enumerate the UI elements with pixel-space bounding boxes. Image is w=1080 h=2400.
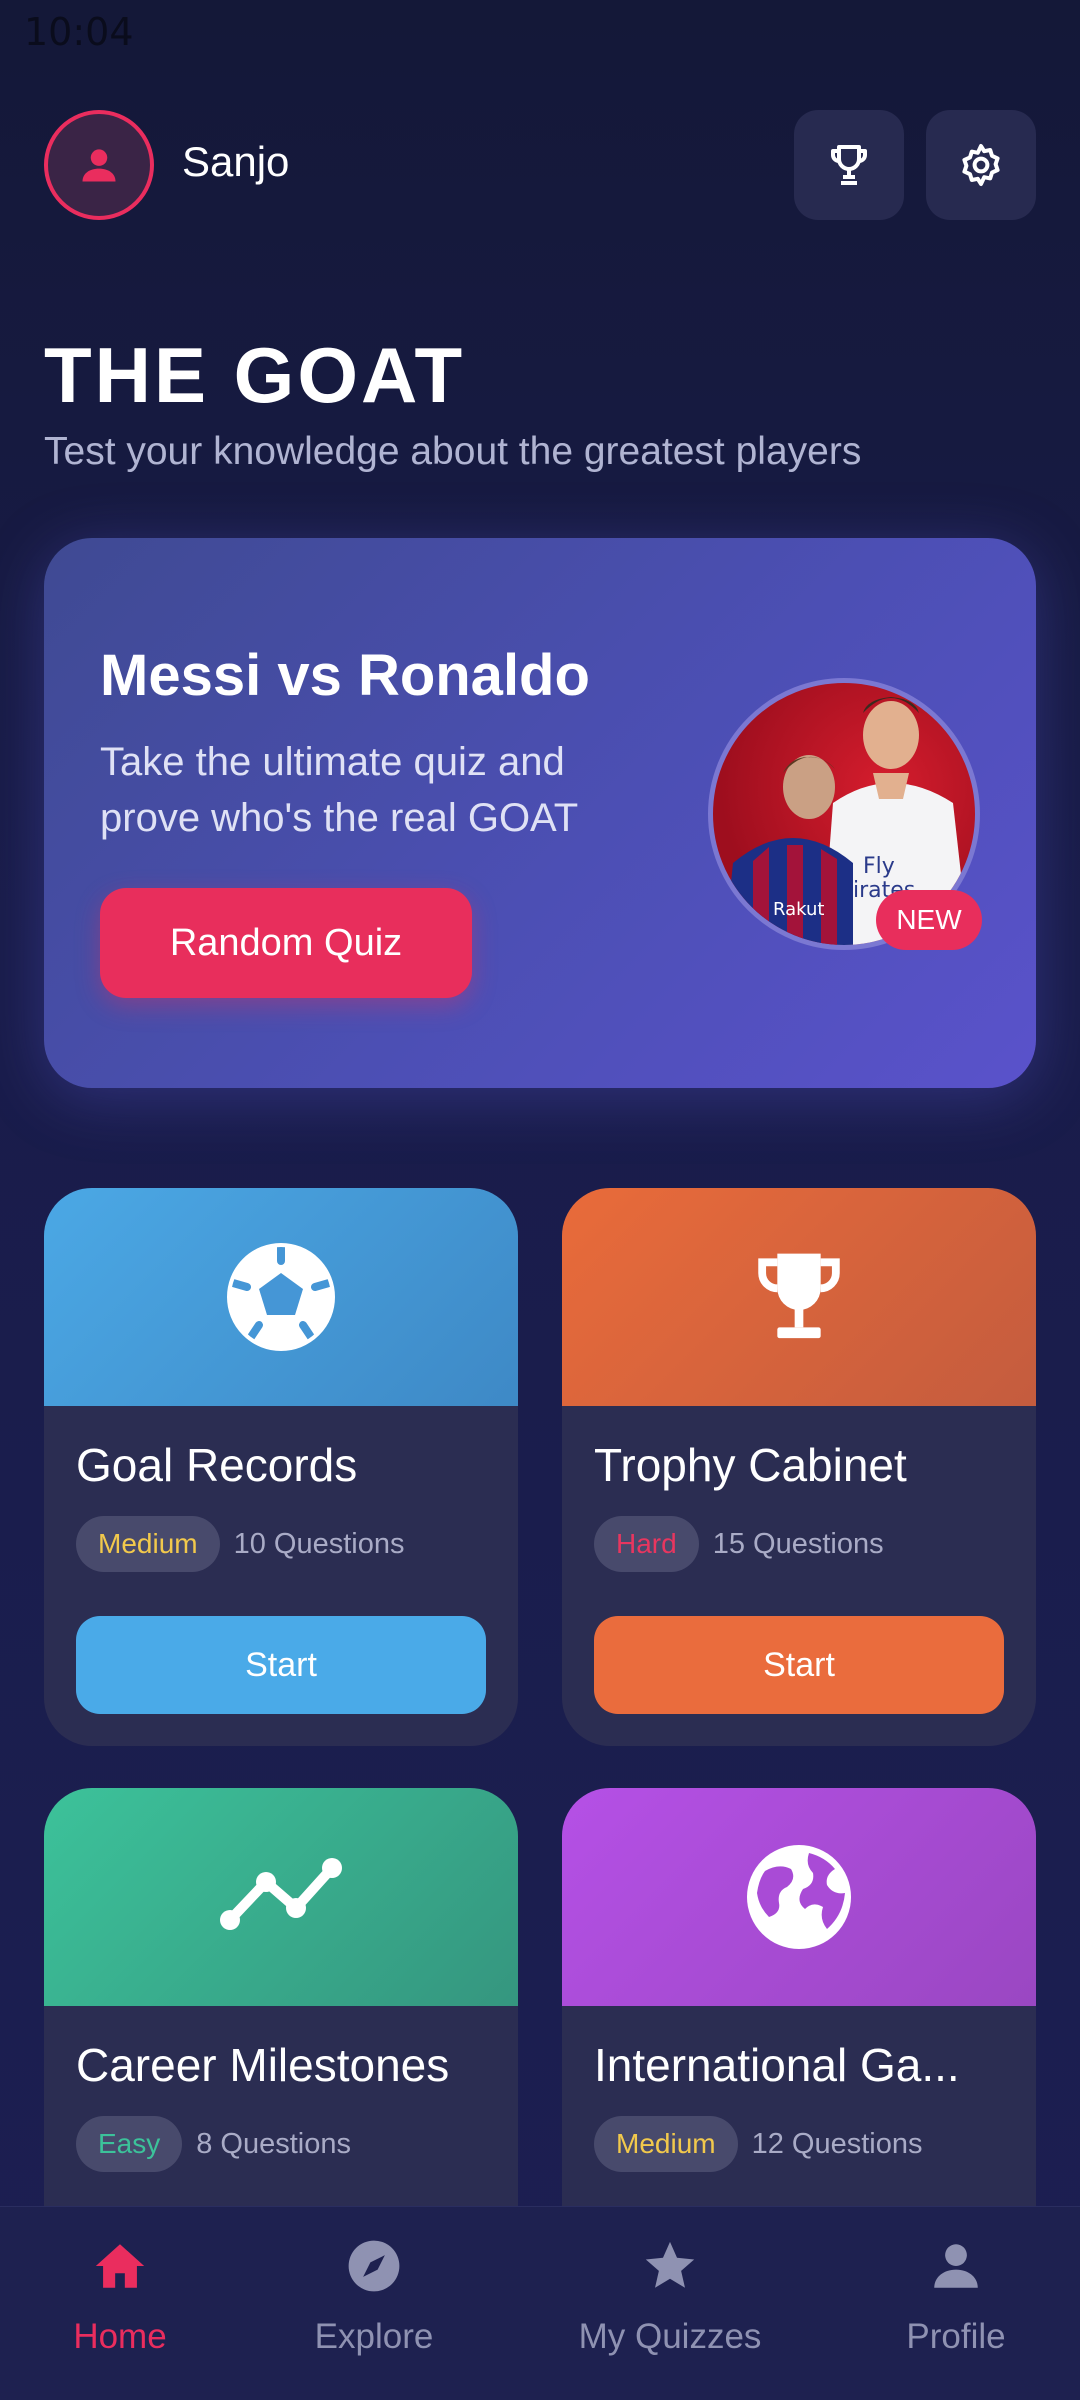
random-quiz-button[interactable]: Random Quiz	[100, 888, 472, 998]
quiz-title: Career Milestones	[76, 2039, 450, 2091]
featured-quiz-description: Take the ultimate quiz and prove who's t…	[100, 740, 579, 840]
nav-label: Explore	[314, 2317, 434, 2356]
person-icon	[934, 2244, 978, 2288]
quiz-card-banner	[562, 1188, 1036, 1406]
nav-item-explore[interactable]: Explore	[264, 2231, 484, 2381]
page-title: THE GOAT	[44, 331, 466, 419]
quiz-meta: Medium 10 Questions	[76, 1516, 404, 1572]
question-count: 10 Questions	[233, 1527, 405, 1560]
question-count: 15 Questions	[712, 1527, 884, 1560]
quiz-card-banner	[44, 1788, 518, 2006]
page-subtitle: Test your knowledge about the greatest p…	[44, 430, 862, 473]
compass-icon	[348, 2240, 400, 2292]
home-icon	[95, 2244, 145, 2288]
username: Sanjo	[182, 138, 290, 185]
difficulty-badge: Hard	[594, 1516, 699, 1572]
quiz-card-trophy-cabinet[interactable]: Trophy Cabinet Hard 15 Questions Start	[562, 1188, 1036, 1746]
gear-icon	[962, 144, 1000, 186]
nav-item-home[interactable]: Home	[10, 2231, 230, 2381]
new-badge: NEW	[876, 890, 982, 950]
start-button[interactable]: Start	[76, 1616, 486, 1714]
settings-button[interactable]	[926, 110, 1036, 220]
quiz-card-goal-records[interactable]: Goal Records Medium 10 Questions Start	[44, 1188, 518, 1746]
app-screen: 10:04 Sanjo THE GOAT Test your knowledge…	[0, 0, 1080, 2400]
quiz-meta: Hard 15 Questions	[594, 1516, 884, 1572]
quiz-title: Goal Records	[76, 1439, 358, 1491]
quiz-meta: Easy 8 Questions	[76, 2116, 351, 2172]
quiz-title: Trophy Cabinet	[594, 1439, 907, 1491]
nav-item-my-quizzes[interactable]: My Quizzes	[560, 2231, 780, 2381]
nav-label: Profile	[906, 2317, 1006, 2356]
bottom-navigation: Home Explore My Quizzes Profile	[0, 2206, 1080, 2400]
quiz-card-banner	[562, 1788, 1036, 2006]
trophy-icon	[831, 145, 867, 185]
soccer-ball-icon	[227, 1243, 335, 1351]
question-count: 8 Questions	[196, 2127, 352, 2160]
avatar[interactable]	[44, 110, 154, 220]
quiz-card-banner	[44, 1188, 518, 1406]
nav-label: My Quizzes	[578, 2317, 762, 2356]
person-icon	[82, 149, 116, 182]
header: Sanjo	[44, 110, 1036, 220]
nav-label: Home	[73, 2317, 167, 2356]
quiz-title: International Ga...	[594, 2039, 960, 2091]
globe-icon	[747, 1845, 851, 1949]
svg-text:Rakut: Rakut	[773, 899, 824, 920]
start-button[interactable]: Start	[594, 1616, 1004, 1714]
featured-quiz-title: Messi vs Ronaldo	[100, 643, 590, 708]
question-count: 12 Questions	[751, 2127, 923, 2160]
nav-item-profile[interactable]: Profile	[846, 2231, 1066, 2381]
difficulty-badge: Easy	[76, 2116, 183, 2172]
leaderboard-button[interactable]	[794, 110, 904, 220]
chart-line-icon	[220, 1858, 342, 1930]
quiz-meta: Medium 12 Questions	[594, 2116, 922, 2172]
star-icon	[645, 2241, 695, 2288]
difficulty-badge: Medium	[76, 1516, 220, 1572]
svg-text:Fly: Fly	[863, 854, 895, 879]
difficulty-badge: Medium	[594, 2116, 738, 2172]
trophy-icon	[758, 1253, 840, 1339]
featured-quiz-card[interactable]: Messi vs Ronaldo Take the ultimate quiz …	[44, 538, 1036, 1088]
status-bar-time: 10:04	[24, 10, 134, 54]
